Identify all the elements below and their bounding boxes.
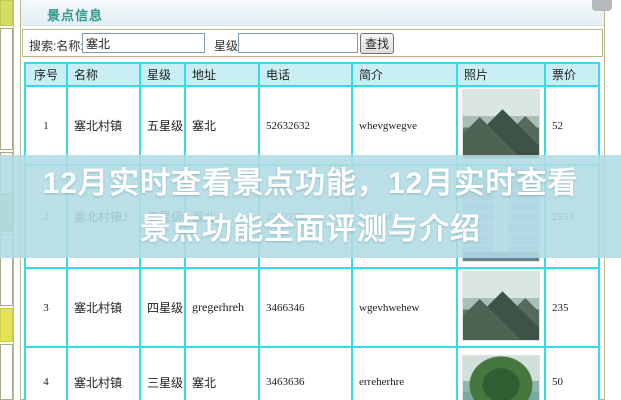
cell-intro: wgevhwehew (351, 267, 458, 348)
header-name: 名称 (66, 62, 141, 87)
header-index: 序号 (24, 62, 68, 87)
mountain-lake-photo[interactable] (462, 271, 540, 341)
search-bar: 搜索:名称: 星级 查找 (22, 29, 603, 57)
cell-phone: 52632632 (258, 85, 353, 166)
page-title: 景点信息 (47, 8, 104, 23)
cell-price: 52 (544, 85, 600, 166)
cell-address: 塞北 (184, 85, 260, 166)
search-name-input[interactable] (82, 33, 205, 53)
cell-address: gregerhreh (184, 267, 260, 348)
header-photo: 照片 (456, 62, 546, 87)
promo-banner-line2: 景点功能全面评测与介绍 (140, 212, 481, 246)
island-photo[interactable] (462, 354, 540, 400)
search-name-label: 搜索:名称: (29, 39, 84, 53)
title-bar: 景点信息 (21, 0, 604, 26)
search-star-input[interactable] (238, 33, 358, 53)
cell-index: 4 (24, 346, 68, 400)
sidebar-block[interactable] (0, 28, 13, 150)
cell-photo (456, 346, 546, 400)
page: 景点信息 搜索:名称: 星级 查找 序号 名称 星级 地址 电话 (0, 0, 621, 400)
cell-star: 五星级 (139, 85, 186, 166)
sidebar-block[interactable] (0, 308, 13, 342)
cell-phone: 3466346 (258, 267, 353, 348)
cell-photo (456, 267, 546, 348)
header-phone: 电话 (258, 62, 353, 87)
cell-name: 塞北村镇 (66, 267, 141, 348)
header-intro: 简介 (351, 62, 458, 87)
cell-index: 3 (24, 267, 68, 348)
cell-name: 塞北村镇 (66, 346, 141, 400)
table-header-row: 序号 名称 星级 地址 电话 简介 照片 票价 (24, 62, 600, 87)
table-row: 1 塞北村镇 五星级 塞北 52632632 whevgwegve 52 (24, 85, 600, 166)
promo-banner-line1: 12月实时查看景点功能，12月实时查看 (42, 166, 579, 200)
sidebar-block[interactable] (0, 344, 13, 400)
cell-photo (456, 85, 546, 166)
cell-name: 塞北村镇 (66, 85, 141, 166)
cell-address: 塞北 (184, 346, 260, 400)
cell-price: 50 (544, 346, 600, 400)
cell-phone: 3463636 (258, 346, 353, 400)
promo-banner-overlay: 12月实时查看景点功能，12月实时查看 景点功能全面评测与介绍 (0, 155, 621, 258)
scrollbar-artifact (592, 0, 612, 11)
cell-index: 1 (24, 85, 68, 166)
cell-star: 三星级 (139, 346, 186, 400)
table-row: 4 塞北村镇 三星级 塞北 3463636 erreherhre 50 (24, 346, 600, 400)
search-star-label: 星级 (214, 39, 239, 53)
header-price: 票价 (544, 62, 600, 87)
cell-star: 四星级 (139, 267, 186, 348)
header-address: 地址 (184, 62, 260, 87)
header-star: 星级 (139, 62, 186, 87)
sidebar-block[interactable] (0, 0, 13, 26)
cell-intro: whevgwegve (351, 85, 458, 166)
search-button[interactable]: 查找 (360, 33, 394, 54)
table-row: 3 塞北村镇 四星级 gregerhreh 3466346 wgevhwehew… (24, 267, 600, 348)
mountain-lake-photo[interactable] (462, 89, 540, 159)
cell-price: 235 (544, 267, 600, 348)
cell-intro: erreherhre (351, 346, 458, 400)
